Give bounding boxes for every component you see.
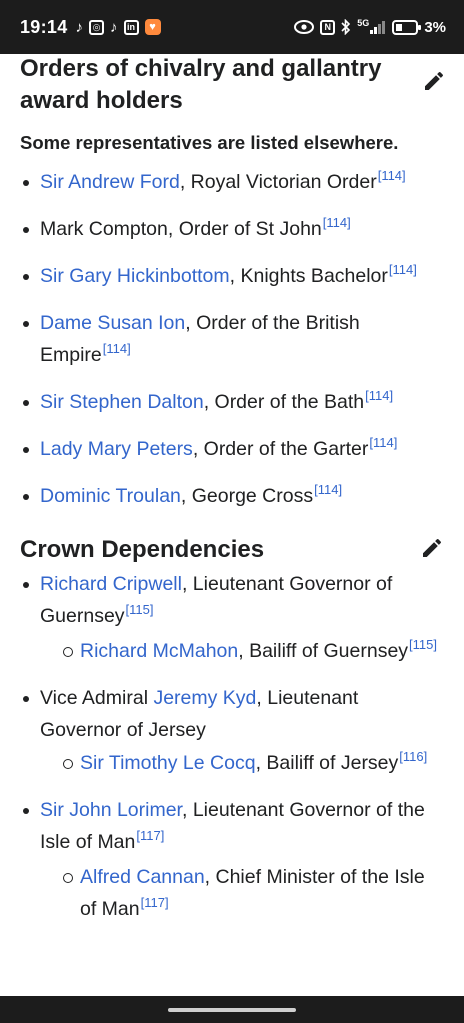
list-item: Sir Gary Hickinbottom, Knights Bachelor[… (20, 260, 444, 294)
citation-link[interactable]: [115] (409, 637, 437, 652)
citation-link[interactable]: [114] (378, 168, 406, 183)
pencil-icon (425, 71, 444, 90)
person-link[interactable]: Lady Mary Peters (40, 438, 193, 460)
list-item: Lady Mary Peters, Order of the Garter[11… (20, 433, 444, 467)
bluetooth-icon (341, 19, 351, 35)
entry-prefix: Vice Admiral (40, 687, 154, 709)
linkedin-icon: in (123, 19, 139, 35)
citation-link[interactable]: [116] (399, 749, 427, 764)
citation-link[interactable]: [114] (365, 388, 393, 403)
list-item: Dominic Troulan, George Cross[114] (20, 480, 444, 514)
nfc-icon: N (320, 19, 336, 35)
entry-text: , Royal Victorian Order (179, 171, 377, 193)
person-link[interactable]: Jeremy Kyd (153, 687, 256, 709)
list-item: Sir John Lorimer, Lieutenant Governor of… (20, 794, 444, 927)
list-item: Mark Compton, Order of St John[114] (20, 213, 444, 247)
person-link[interactable]: Sir Andrew Ford (40, 171, 180, 193)
list-item: Sir Andrew Ford, Royal Victorian Order[1… (20, 166, 444, 200)
sub-list: Sir Timothy Le Cocq, Bailiff of Jersey[1… (40, 747, 444, 781)
tiktok-icon: ♪ (75, 18, 84, 36)
citation-link[interactable]: [117] (141, 895, 169, 910)
person-link[interactable]: Sir Stephen Dalton (40, 391, 204, 413)
entry-text: , George Cross (180, 485, 314, 507)
list-item: Dame Susan Ion, Order of the British Emp… (20, 307, 444, 373)
citation-link[interactable]: [114] (323, 215, 351, 230)
edit-section-button[interactable] (418, 534, 446, 562)
citation-link[interactable]: [115] (126, 602, 154, 617)
section-note: Some representatives are listed elsewher… (20, 132, 399, 153)
status-time: 19:14 (20, 16, 68, 37)
list-item: Vice Admiral Jeremy Kyd, Lieutenant Gove… (20, 682, 444, 781)
home-gesture-handle[interactable] (168, 1007, 296, 1012)
section-title: Orders of chivalry and gallantry award h… (20, 55, 382, 114)
entry-text: , Order of the Garter (192, 438, 369, 460)
signal-icon: 5G (357, 18, 386, 34)
section-header-crown: Crown Dependencies (20, 534, 444, 566)
citation-link[interactable]: [114] (103, 341, 131, 356)
person-link[interactable]: Alfred Cannan (80, 866, 205, 888)
sub-list: Richard McMahon, Bailiff of Guernsey[115… (40, 635, 444, 669)
entry-text: , Knights Bachelor (229, 265, 388, 287)
section-header-orders: Orders of chivalry and gallantry award h… (20, 54, 444, 117)
navigation-bar (0, 996, 464, 1023)
award-holders-list: Sir Andrew Ford, Royal Victorian Order[1… (20, 166, 444, 514)
system-icons: N 5G 3% (294, 18, 446, 36)
entry-text: , Bailiff of Guernsey (238, 640, 409, 662)
citation-link[interactable]: [117] (136, 828, 164, 843)
citation-link[interactable]: [114] (389, 262, 417, 277)
instagram-icon: ◎ (89, 19, 105, 35)
edit-section-button[interactable] (422, 67, 446, 95)
person-link[interactable]: Sir Timothy Le Cocq (80, 752, 256, 774)
list-item: Richard Cripwell, Lieutenant Governor of… (20, 568, 444, 669)
person-link[interactable]: Dame Susan Ion (40, 312, 185, 334)
sub-list: Alfred Cannan, Chief Minister of the Isl… (40, 861, 444, 927)
entry-text: , Bailiff of Jersey (255, 752, 399, 774)
person-link[interactable]: Richard Cripwell (40, 573, 182, 595)
person-link[interactable]: Dominic Troulan (40, 485, 181, 507)
list-item: Sir Stephen Dalton, Order of the Bath[11… (20, 386, 444, 420)
article-content: Orders of chivalry and gallantry award h… (0, 54, 464, 996)
battery-icon (392, 19, 422, 35)
battery-percent: 3% (424, 18, 446, 36)
crown-dependencies-list: Richard Cripwell, Lieutenant Governor of… (20, 568, 444, 927)
status-bar: 19:14 ♪ ◎ ♪ in ♥ N 5G 3% (0, 0, 464, 54)
entry-text: , Order of the Bath (203, 391, 365, 413)
sub-list-item: Sir Timothy Le Cocq, Bailiff of Jersey[1… (60, 747, 444, 781)
citation-link[interactable]: [114] (314, 482, 342, 497)
notification-icons: ♪ ◎ ♪ in ♥ (76, 19, 161, 36)
sub-list-item: Alfred Cannan, Chief Minister of the Isl… (60, 861, 444, 927)
sub-list-item: Richard McMahon, Bailiff of Guernsey[115… (60, 635, 444, 669)
person-link[interactable]: Sir John Lorimer (40, 799, 182, 821)
app-heart-icon: ♥ (144, 19, 161, 35)
citation-link[interactable]: [114] (369, 435, 397, 450)
tiktok-icon: ♪ (110, 18, 118, 36)
person-link[interactable]: Richard McMahon (80, 640, 238, 662)
person-link[interactable]: Sir Gary Hickinbottom (40, 265, 230, 287)
pencil-icon (423, 538, 442, 557)
eye-icon (294, 20, 315, 34)
section-title: Crown Dependencies (20, 536, 265, 563)
entry-text: Mark Compton, Order of St John (40, 218, 322, 240)
